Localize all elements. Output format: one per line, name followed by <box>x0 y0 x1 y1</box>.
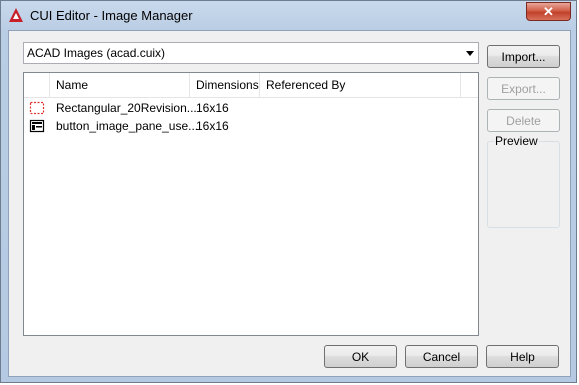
header-icon-column[interactable] <box>24 73 50 97</box>
export-button[interactable]: Export... <box>487 77 560 100</box>
window-title: CUI Editor - Image Manager <box>30 8 193 23</box>
preview-label: Preview <box>494 134 539 148</box>
preview-panel: Preview <box>487 134 560 228</box>
image-list[interactable]: Name Dimensions Referenced By Rectangula… <box>23 72 479 336</box>
close-icon: ✕ <box>543 3 554 19</box>
title-bar[interactable]: CUI Editor - Image Manager ✕ <box>1 1 578 31</box>
column-header-dimensions[interactable]: Dimensions <box>190 73 260 97</box>
delete-button[interactable]: Delete <box>487 109 560 132</box>
dashed-rectangle-icon <box>29 101 45 115</box>
column-header-referenced-by[interactable]: Referenced By <box>260 73 461 97</box>
row-dimensions: 16x16 <box>196 119 229 133</box>
dialog-client-area: ACAD Images (acad.cuix) Name Dimensions … <box>8 30 571 377</box>
help-button[interactable]: Help <box>486 345 559 368</box>
column-header-name[interactable]: Name <box>50 73 190 97</box>
image-manager-window: CUI Editor - Image Manager ✕ ACAD Images… <box>0 0 577 383</box>
cancel-button[interactable]: Cancel <box>405 345 478 368</box>
autocad-logo-icon <box>9 8 23 22</box>
image-source-dropdown[interactable]: ACAD Images (acad.cuix) <box>23 42 479 64</box>
image-source-value: ACAD Images (acad.cuix) <box>27 46 166 60</box>
row-dimensions: 16x16 <box>196 101 229 115</box>
row-name: button_image_pane_use... <box>56 119 199 133</box>
list-item[interactable]: button_image_pane_use... 16x16 <box>24 117 478 135</box>
pane-image-icon <box>29 119 45 133</box>
close-button[interactable]: ✕ <box>526 2 571 21</box>
list-header: Name Dimensions Referenced By <box>24 73 478 98</box>
chevron-down-icon[interactable] <box>466 51 474 56</box>
import-button[interactable]: Import... <box>487 45 560 68</box>
row-name: Rectangular_20Revision... <box>56 101 197 115</box>
ok-button[interactable]: OK <box>324 345 397 368</box>
list-item[interactable]: Rectangular_20Revision... 16x16 <box>24 99 478 117</box>
